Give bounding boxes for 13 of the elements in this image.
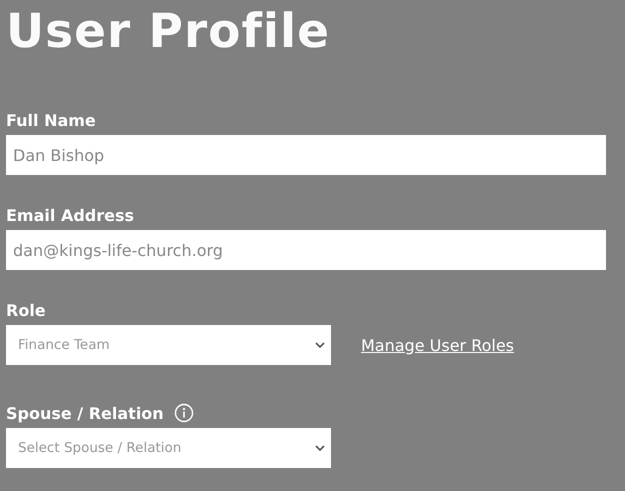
field-label: Email Address — [6, 206, 134, 224]
chevron-down-icon — [315, 445, 325, 451]
field-label: Role — [6, 300, 46, 320]
page-title: User Profile — [6, 3, 332, 61]
chevron-down-icon — [315, 342, 325, 348]
manage-roles-link[interactable]: Manage User Roles — [361, 336, 514, 354]
field-label: Spouse / Relation — [6, 404, 164, 422]
dropdown[interactable]: Finance Team — [6, 325, 331, 365]
info-icon[interactable] — [174, 403, 194, 423]
input-field[interactable]: dan@kings-life-church.org — [6, 230, 606, 270]
input-field[interactable]: Dan Bishop — [6, 135, 606, 175]
field-label: Full Name — [6, 110, 96, 130]
dropdown[interactable]: Select Spouse / Relation — [6, 428, 331, 468]
